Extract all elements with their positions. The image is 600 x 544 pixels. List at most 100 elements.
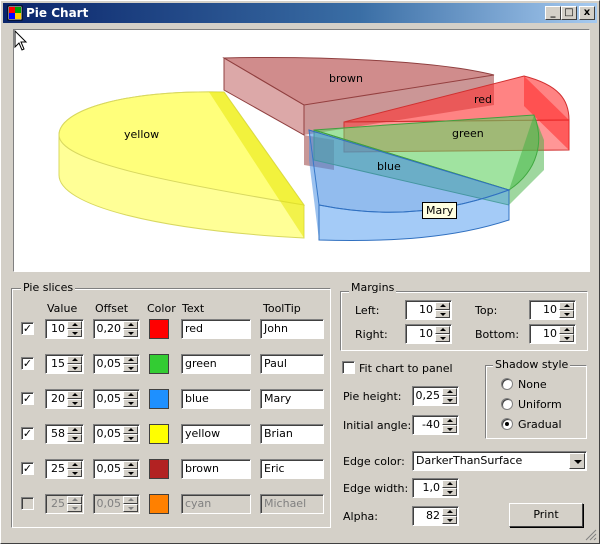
slice-offset-down-arrow-icon[interactable] [123, 504, 138, 512]
margin-left-value[interactable]: 10 [407, 303, 435, 316]
slice-enabled-checkbox[interactable] [21, 497, 34, 510]
margin-left-down-arrow-icon[interactable] [435, 310, 450, 318]
margin-top-down-arrow-icon[interactable] [559, 310, 574, 318]
slice-offset-stepper[interactable]: 0,05 [93, 494, 140, 514]
slice-offset[interactable]: 0,20 [95, 322, 123, 335]
slice-tooltip-field[interactable]: Brian [260, 424, 324, 444]
shadow-uniform-label[interactable]: Uniform [518, 398, 562, 411]
slice-value-stepper[interactable]: 15 [45, 354, 84, 374]
shadow-none-radio[interactable] [501, 378, 513, 390]
margin-right-down-arrow-icon[interactable] [435, 334, 450, 342]
shadow-gradual-label[interactable]: Gradual [518, 418, 562, 431]
margin-bottom-value[interactable]: 10 [531, 327, 559, 340]
slice-tooltip-field[interactable]: John [260, 319, 324, 339]
slice-tooltip-field[interactable]: Mary [260, 389, 324, 409]
margin-left-up-arrow-icon[interactable] [435, 302, 450, 310]
slice-offset-stepper[interactable]: 0,05 [93, 354, 140, 374]
slice-offset-up-arrow-icon[interactable] [123, 461, 138, 469]
slice-color-swatch[interactable] [149, 459, 169, 479]
slice-offset-up-arrow-icon[interactable] [123, 426, 138, 434]
slice-value-up-arrow-icon[interactable] [67, 321, 82, 329]
slice-offset-down-arrow-icon[interactable] [123, 364, 138, 372]
slice-offset[interactable]: 0,05 [95, 497, 123, 510]
slice-offset-stepper[interactable]: 0,05 [93, 424, 140, 444]
slice-text-field[interactable]: blue [181, 389, 251, 409]
slice-offset-stepper[interactable]: 0,05 [93, 459, 140, 479]
slice-offset-down-arrow-icon[interactable] [123, 399, 138, 407]
slice-offset[interactable]: 0,05 [95, 427, 123, 440]
slice-enabled-checkbox[interactable]: ✓ [21, 462, 34, 475]
maximize-button[interactable]: □ [561, 6, 577, 20]
pie-height-down-arrow-icon[interactable] [442, 396, 457, 404]
edge-color-select[interactable]: DarkerThanSurface [412, 451, 587, 471]
slice-enabled-checkbox[interactable]: ✓ [21, 392, 34, 405]
margin-bottom-up-arrow-icon[interactable] [559, 326, 574, 334]
alpha-stepper[interactable]: 82 [412, 506, 459, 526]
pie-height-stepper[interactable]: 0,25 [412, 386, 459, 406]
alpha-value[interactable]: 82 [414, 509, 442, 522]
edge-color-value[interactable]: DarkerThanSurface [416, 454, 522, 467]
margin-top-stepper[interactable]: 10 [529, 300, 576, 320]
fit-chart-checkbox[interactable] [342, 361, 355, 374]
slice-value[interactable]: 15 [47, 357, 67, 370]
shadow-gradual-radio[interactable] [501, 418, 513, 430]
slice-enabled-checkbox[interactable]: ✓ [21, 322, 34, 335]
slice-value-up-arrow-icon[interactable] [67, 356, 82, 364]
edge-width-value[interactable]: 1,0 [414, 481, 442, 494]
resize-grip-icon[interactable] [585, 529, 597, 541]
initial-angle-down-arrow-icon[interactable] [442, 425, 457, 433]
edge-width-up-arrow-icon[interactable] [442, 480, 457, 488]
slice-text-field[interactable]: red [181, 319, 251, 339]
margin-left-stepper[interactable]: 10 [405, 300, 452, 320]
initial-angle-value[interactable]: -40 [414, 418, 442, 431]
margin-bottom-stepper[interactable]: 10 [529, 324, 576, 344]
margin-top-up-arrow-icon[interactable] [559, 302, 574, 310]
slice-offset-down-arrow-icon[interactable] [123, 434, 138, 442]
margin-right-up-arrow-icon[interactable] [435, 326, 450, 334]
slice-value-down-arrow-icon[interactable] [67, 364, 82, 372]
slice-tooltip-field[interactable]: Eric [260, 459, 324, 479]
alpha-down-arrow-icon[interactable] [442, 516, 457, 524]
slice-value[interactable]: 25 [47, 497, 67, 510]
slice-value-up-arrow-icon[interactable] [67, 391, 82, 399]
pie-height-up-arrow-icon[interactable] [442, 388, 457, 396]
slice-color-swatch[interactable] [149, 319, 169, 339]
slice-value-stepper[interactable]: 10 [45, 319, 84, 339]
shadow-none-label[interactable]: None [518, 378, 547, 391]
margin-bottom-down-arrow-icon[interactable] [559, 334, 574, 342]
slice-text-field[interactable]: brown [181, 459, 251, 479]
slice-value-down-arrow-icon[interactable] [67, 399, 82, 407]
dropdown-arrow-icon[interactable] [569, 453, 585, 469]
edge-width-stepper[interactable]: 1,0 [412, 478, 459, 498]
slice-tooltip-field[interactable]: Michael [260, 494, 324, 514]
slice-value-down-arrow-icon[interactable] [67, 504, 82, 512]
slice-color-swatch[interactable] [149, 389, 169, 409]
slice-value-up-arrow-icon[interactable] [67, 426, 82, 434]
slice-text-field[interactable]: green [181, 354, 251, 374]
print-button[interactable]: Print [509, 503, 583, 527]
slice-offset-up-arrow-icon[interactable] [123, 321, 138, 329]
slice-tooltip-field[interactable]: Paul [260, 354, 324, 374]
slice-offset-up-arrow-icon[interactable] [123, 391, 138, 399]
slice-value[interactable]: 10 [47, 322, 67, 335]
margin-top-value[interactable]: 10 [531, 303, 559, 316]
slice-value-stepper[interactable]: 58 [45, 424, 84, 444]
slice-value[interactable]: 20 [47, 392, 67, 405]
shadow-uniform-radio[interactable] [501, 398, 513, 410]
edge-width-down-arrow-icon[interactable] [442, 488, 457, 496]
fit-chart-label[interactable]: Fit chart to panel [359, 362, 453, 375]
margin-right-value[interactable]: 10 [407, 327, 435, 340]
slice-text-field[interactable]: cyan [181, 494, 251, 514]
pie-chart-panel[interactable]: yellow brown red green blue Mary [13, 29, 590, 272]
margin-right-stepper[interactable]: 10 [405, 324, 452, 344]
slice-text-field[interactable]: yellow [181, 424, 251, 444]
slice-value-down-arrow-icon[interactable] [67, 329, 82, 337]
slice-value-down-arrow-icon[interactable] [67, 469, 82, 477]
slice-value[interactable]: 25 [47, 462, 67, 475]
slice-offset-down-arrow-icon[interactable] [123, 329, 138, 337]
slice-offset-stepper[interactable]: 0,05 [93, 389, 140, 409]
slice-value-up-arrow-icon[interactable] [67, 496, 82, 504]
slice-offset[interactable]: 0,05 [95, 462, 123, 475]
slice-value-stepper[interactable]: 20 [45, 389, 84, 409]
pie-height-value[interactable]: 0,25 [414, 389, 442, 402]
